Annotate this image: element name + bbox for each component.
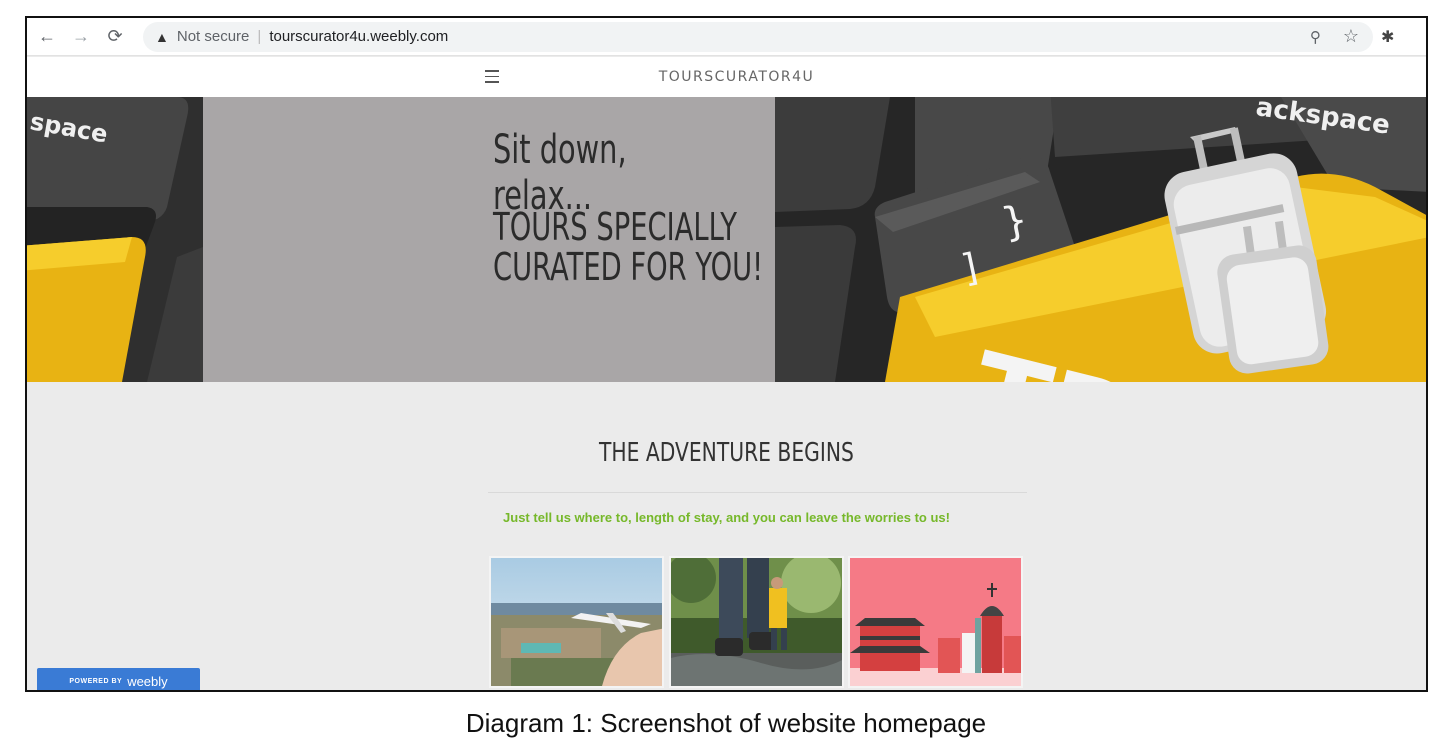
address-bar[interactable]: ▲ Not secure | tourscurator4u.weebly.com… xyxy=(143,21,1373,52)
arrow-left-icon: ← xyxy=(38,26,56,46)
hero-text-panel: Sit down, relax... TOURS SPECIALLY CURAT… xyxy=(203,97,775,382)
reload-button[interactable]: ⟳ xyxy=(101,23,129,51)
reload-icon: ⟳ xyxy=(107,26,123,46)
figure-caption: Diagram 1: Screenshot of website homepag… xyxy=(465,708,987,738)
browser-window: ← → ⟳ ▲ Not secure | tourscurator4u.weeb… xyxy=(25,16,1428,692)
security-status[interactable]: Not secure xyxy=(177,28,250,45)
thumbnail-hikers-on-trail[interactable] xyxy=(669,556,844,688)
hero-keyboard-left: space xyxy=(27,97,203,382)
thumbnail-city-illustration[interactable] xyxy=(848,556,1023,688)
site-header: TOURSCURATOR4U xyxy=(27,57,1426,97)
section-heading-text: THE ADVENTURE BEGINS xyxy=(599,438,854,468)
star-icon[interactable]: ☆ xyxy=(1343,26,1359,47)
hamburger-menu-icon[interactable] xyxy=(485,66,499,84)
site-title[interactable]: TOURSCURATOR4U xyxy=(659,69,815,85)
section-heading: THE ADVENTURE BEGINS xyxy=(27,438,1426,468)
thumbnail-plane-over-resort[interactable] xyxy=(489,556,664,688)
forward-button[interactable]: → xyxy=(67,23,95,51)
puzzle-icon[interactable]: ✱ xyxy=(1381,27,1394,47)
hero-keyboard-right: } ] ackspace TR xyxy=(775,97,1426,382)
hero-headline: TOURS SPECIALLY CURATED FOR YOU! xyxy=(493,205,764,289)
weebly-brand: weebly xyxy=(127,673,168,689)
back-button[interactable]: ← xyxy=(33,23,61,51)
browser-toolbar: ← → ⟳ ▲ Not secure | tourscurator4u.weeb… xyxy=(27,18,1426,56)
arrow-right-icon: → xyxy=(72,26,90,46)
hero-banner: space Sit down, relax... TOURS SPECIALLY… xyxy=(27,97,1426,382)
warning-triangle-icon[interactable]: ▲ xyxy=(155,29,169,45)
powered-by-weebly-badge[interactable]: POWERED BY weebly xyxy=(37,668,200,690)
section-divider xyxy=(488,492,1027,493)
powered-by-label: POWERED BY xyxy=(69,677,123,685)
zoom-icon[interactable]: ⚲ xyxy=(1310,28,1321,46)
address-separator: | xyxy=(257,28,262,45)
url-text[interactable]: tourscurator4u.weebly.com xyxy=(269,28,448,45)
section-tagline: Just tell us where to, length of stay, a… xyxy=(503,510,950,525)
